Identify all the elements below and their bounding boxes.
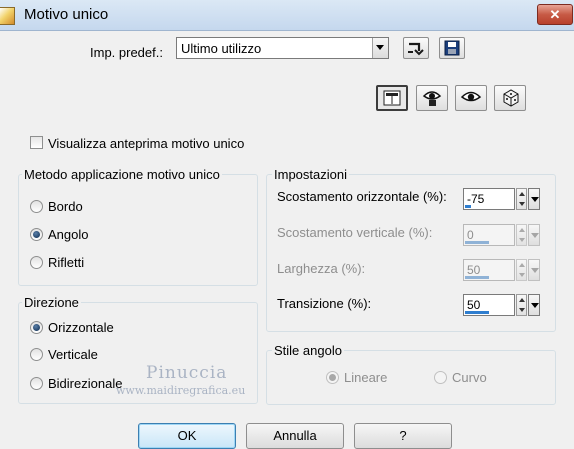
radio-orizzontale-label: Orizzontale — [48, 320, 114, 335]
settings-group-title: Impostazioni — [272, 167, 349, 182]
preview-toggle-button[interactable] — [376, 85, 408, 111]
eye-lock-icon — [422, 91, 442, 106]
offset-horizontal-input[interactable]: -75 — [463, 188, 515, 210]
chevron-down-icon[interactable] — [372, 38, 388, 58]
reset-preset-button[interactable] — [403, 37, 429, 59]
watermark-url: www.maidiregrafica.eu — [116, 384, 246, 397]
offset-horizontal-dropdown[interactable] — [528, 188, 540, 210]
corner-style-group-title: Stile angolo — [272, 343, 344, 358]
preview-checkbox-label: Visualizza anteprima motivo unico — [48, 136, 245, 151]
preset-value: Ultimo utilizzo — [181, 41, 262, 56]
transition-label: Transizione (%): — [277, 296, 372, 311]
radio-bidirezionale-label: Bidirezionale — [48, 376, 123, 391]
radio-verticale[interactable] — [30, 348, 43, 361]
save-icon — [444, 40, 460, 56]
close-button[interactable]: ✕ — [537, 4, 573, 25]
width-spinner[interactable] — [516, 259, 527, 281]
random-dice-icon — [503, 89, 519, 107]
show-preview-button[interactable] — [455, 85, 487, 111]
width-input[interactable]: 50 — [463, 259, 515, 281]
offset-horizontal-spinner[interactable] — [516, 188, 527, 210]
offset-horizontal-label: Scostamento orizzontale (%): — [277, 189, 447, 204]
transition-input[interactable]: 50 — [463, 294, 515, 316]
radio-bidirezionale[interactable] — [30, 377, 43, 390]
offset-vertical-input[interactable]: 0 — [463, 224, 515, 246]
save-preset-button[interactable] — [439, 37, 465, 59]
radio-angolo[interactable] — [30, 228, 43, 241]
offset-vertical-value: 0 — [467, 228, 474, 242]
help-button[interactable]: ? — [354, 423, 452, 449]
offset-vertical-spinner[interactable] — [516, 224, 527, 246]
radio-orizzontale[interactable] — [30, 321, 43, 334]
transition-dropdown[interactable] — [528, 294, 540, 316]
radio-rifletti[interactable] — [30, 256, 43, 269]
radio-curvo-label: Curvo — [452, 370, 487, 385]
radio-verticale-label: Verticale — [48, 347, 98, 362]
radio-bordo-label: Bordo — [48, 199, 83, 214]
direction-group-title: Direzione — [22, 295, 81, 310]
reset-icon — [408, 42, 424, 56]
width-label: Larghezza (%): — [277, 261, 366, 276]
cancel-button[interactable]: Annulla — [246, 423, 344, 449]
method-group-title: Metodo applicazione motivo unico — [22, 167, 222, 182]
transition-spinner[interactable] — [516, 294, 527, 316]
radio-angolo-label: Angolo — [48, 227, 89, 242]
eye-icon — [460, 91, 482, 102]
radio-rifletti-label: Rifletti — [48, 255, 85, 270]
preset-label: Imp. predef.: — [90, 45, 163, 60]
randomize-button[interactable] — [494, 85, 526, 111]
close-icon: ✕ — [549, 7, 561, 22]
preset-dropdown[interactable]: Ultimo utilizzo — [176, 37, 389, 59]
lock-preview-button[interactable] — [416, 85, 448, 111]
radio-curvo[interactable] — [434, 371, 447, 384]
app-icon — [0, 7, 15, 25]
ok-button[interactable]: OK — [138, 423, 236, 449]
window-title: Motivo unico — [24, 6, 109, 23]
preview-toggle-icon — [383, 90, 401, 106]
radio-lineare-label: Lineare — [344, 370, 388, 385]
watermark-name: Pinuccia — [146, 363, 228, 383]
radio-bordo[interactable] — [30, 200, 43, 213]
offset-vertical-slider[interactable] — [465, 241, 489, 244]
width-dropdown[interactable] — [528, 259, 540, 281]
preview-checkbox[interactable] — [30, 136, 43, 149]
corner-style-group — [266, 350, 556, 405]
offset-horizontal-slider[interactable] — [465, 205, 471, 208]
offset-horizontal-value: -75 — [467, 192, 485, 206]
transition-value: 50 — [467, 298, 481, 312]
radio-lineare[interactable] — [326, 371, 339, 384]
width-slider[interactable] — [465, 276, 489, 279]
offset-vertical-dropdown[interactable] — [528, 224, 540, 246]
width-value: 50 — [467, 263, 481, 277]
transition-slider[interactable] — [465, 311, 489, 314]
offset-vertical-label: Scostamento verticale (%): — [277, 225, 433, 240]
